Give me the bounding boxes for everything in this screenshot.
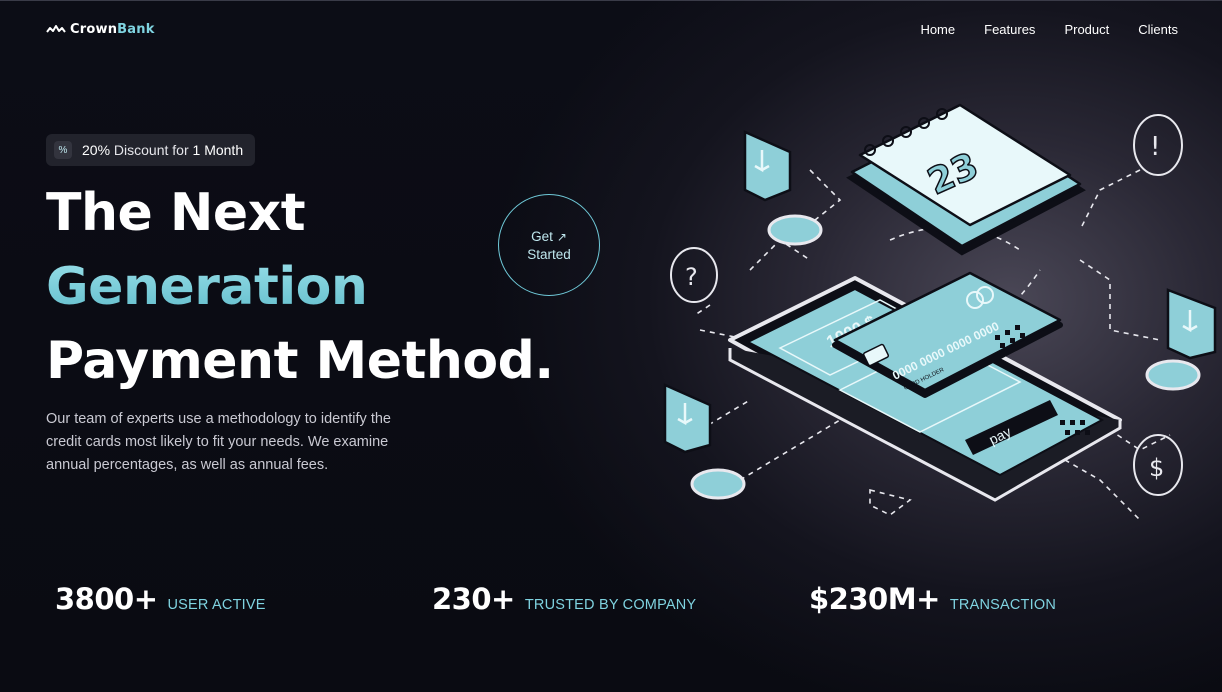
hero-title: The Next Generation Payment Method. <box>46 176 554 398</box>
percent-icon: % <box>54 141 72 159</box>
top-border <box>0 0 1222 1</box>
hero-title-line2: Generation <box>46 250 554 324</box>
stat-value: 3800+ <box>55 582 158 616</box>
get-started-line2: Started <box>527 246 571 262</box>
nav-product[interactable]: Product <box>1064 22 1109 37</box>
stats-bar: 3800+ USER ACTIVE 230+ TRUSTED BY COMPAN… <box>0 582 1222 622</box>
stat-transactions: $230M+ TRANSACTION <box>809 582 1056 616</box>
get-started-line1: Get ↗ <box>531 228 567 244</box>
discount-text: 20% Discount for 1 Month <box>82 142 244 158</box>
nav-clients[interactable]: Clients <box>1138 22 1178 37</box>
discount-badge: % 20% Discount for 1 Month <box>46 134 256 166</box>
payment-illustration: 1000 $ pay 0000 0000 0000 0000 CARD HOLD… <box>663 103 1217 521</box>
stat-label: USER ACTIVE <box>167 597 266 613</box>
stat-label: TRANSACTION <box>949 597 1056 613</box>
main-nav: Home Features Product Clients <box>920 22 1178 37</box>
stat-label: TRUSTED BY COMPANY <box>524 597 697 613</box>
download-bubble-3 <box>1166 288 1217 360</box>
brand-logo[interactable]: CrownBank <box>46 22 155 37</box>
stat-companies: 230+ TRUSTED BY COMPANY <box>432 582 696 616</box>
stat-users: 3800+ USER ACTIVE <box>55 582 266 616</box>
stat-value: $230M+ <box>809 582 940 616</box>
download-bubble-1 <box>743 130 792 202</box>
calendar: 23 <box>846 103 1086 256</box>
get-started-button[interactable]: Get ↗ Started <box>498 194 600 296</box>
question-icon: ? <box>685 263 698 291</box>
exclamation-icon: ! <box>1150 132 1160 162</box>
crown-logo-icon <box>46 24 66 33</box>
hero-title-line1: The Next <box>46 183 306 243</box>
hero-description: Our team of experts use a methodology to… <box>46 411 391 473</box>
arrow-up-right-icon: ↗ <box>556 229 567 244</box>
brand-name: CrownBank <box>70 22 155 37</box>
nav-home[interactable]: Home <box>920 22 955 37</box>
download-bubble-2 <box>663 383 712 454</box>
stat-value: 230+ <box>432 582 515 616</box>
nav-features[interactable]: Features <box>984 22 1035 37</box>
hero-title-line3: Payment Method. <box>46 331 554 391</box>
dollar-icon: $ <box>1149 454 1164 482</box>
